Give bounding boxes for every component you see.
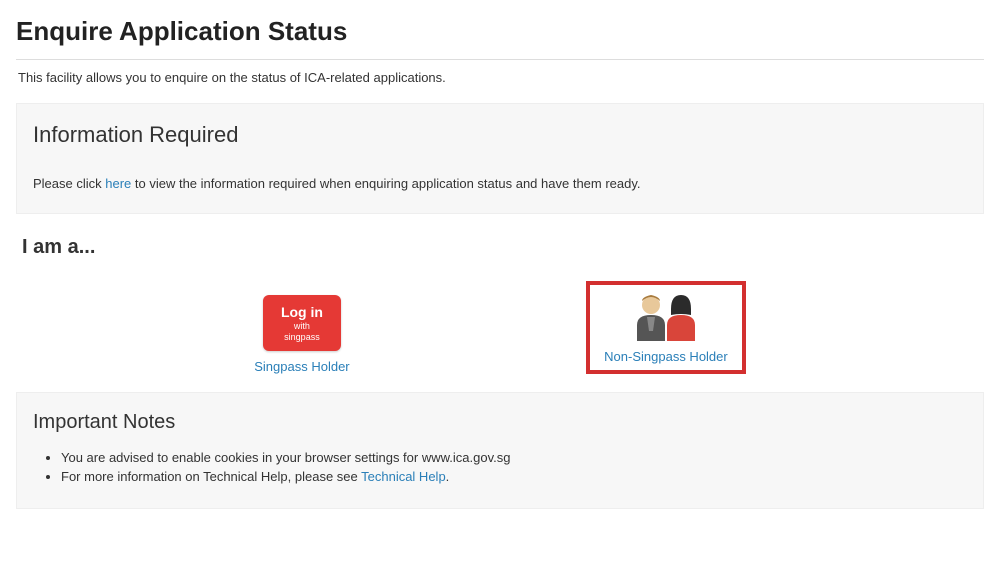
technical-help-link[interactable]: Technical Help bbox=[361, 469, 446, 484]
info-text-before: Please click bbox=[33, 176, 105, 191]
non-singpass-highlight-box: Non-Singpass Holder bbox=[586, 281, 746, 374]
options-row: Log in with singpass Singpass Holder bbox=[16, 281, 984, 392]
notes-title: Important Notes bbox=[33, 411, 967, 434]
info-text-after: to view the information required when en… bbox=[131, 176, 640, 191]
singpass-holder-option[interactable]: Log in with singpass Singpass Holder bbox=[254, 295, 349, 374]
info-panel-body: Please click here to view the informatio… bbox=[33, 176, 967, 191]
non-singpass-holder-label: Non-Singpass Holder bbox=[604, 349, 728, 364]
notes-list: You are advised to enable cookies in you… bbox=[33, 450, 967, 484]
selector-heading: I am a... bbox=[22, 236, 984, 259]
singpass-btn-line1: Log in bbox=[277, 305, 327, 319]
singpass-btn-line2: with singpass bbox=[277, 321, 327, 343]
divider bbox=[16, 59, 984, 60]
info-here-link[interactable]: here bbox=[105, 176, 131, 191]
singpass-holder-label: Singpass Holder bbox=[254, 359, 349, 374]
notes-item-2-before: For more information on Technical Help, … bbox=[61, 469, 361, 484]
singpass-login-button[interactable]: Log in with singpass bbox=[263, 295, 341, 351]
info-panel-title: Information Required bbox=[33, 122, 967, 148]
page-title: Enquire Application Status bbox=[16, 16, 984, 47]
notes-item-1: You are advised to enable cookies in you… bbox=[61, 450, 967, 465]
notes-item-2: For more information on Technical Help, … bbox=[61, 469, 967, 484]
important-notes-panel: Important Notes You are advised to enabl… bbox=[16, 392, 984, 509]
information-required-panel: Information Required Please click here t… bbox=[16, 103, 984, 214]
notes-item-2-after: . bbox=[446, 469, 450, 484]
intro-text: This facility allows you to enquire on t… bbox=[18, 70, 984, 85]
people-icon bbox=[621, 291, 711, 341]
non-singpass-holder-option[interactable]: Non-Singpass Holder bbox=[604, 291, 728, 364]
